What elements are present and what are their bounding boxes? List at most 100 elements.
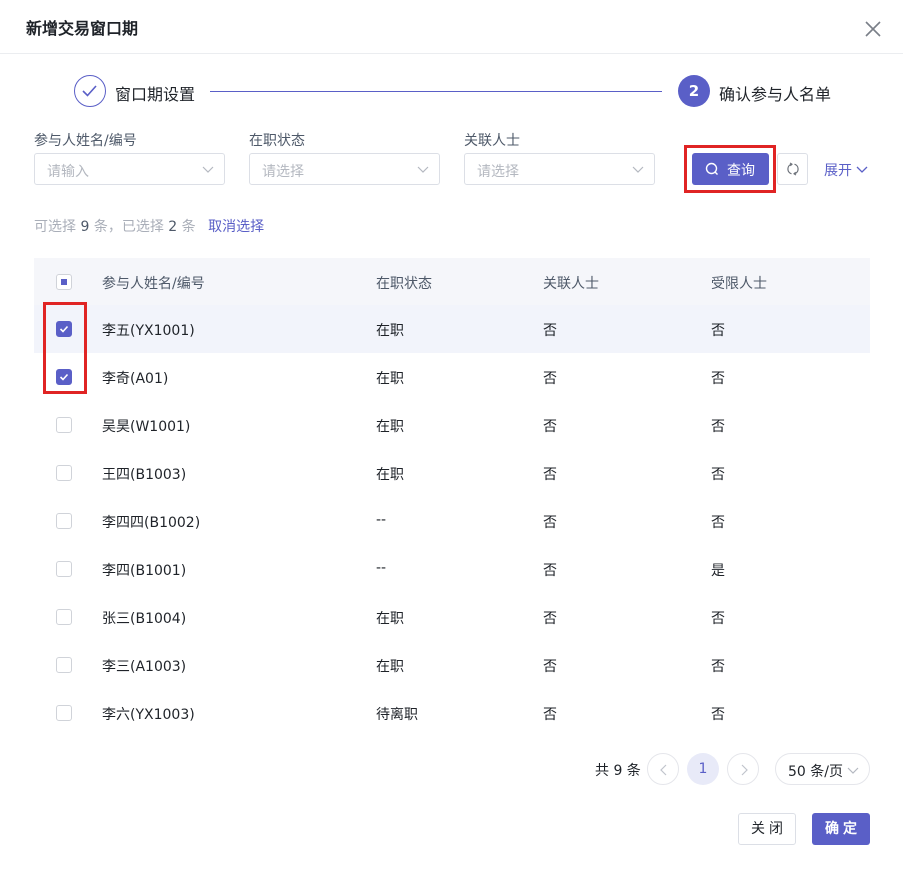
cell-restricted: 是	[711, 563, 725, 579]
filter-related-select[interactable]: 请选择	[464, 153, 655, 185]
query-button[interactable]: 查询	[692, 153, 769, 185]
confirm-button[interactable]: 确定	[812, 813, 870, 845]
checkbox-highlight-box	[43, 302, 87, 394]
cell-restricted: 否	[711, 707, 725, 723]
cell-name: 李三(A1003)	[102, 659, 187, 675]
chevron-down-icon	[847, 767, 859, 774]
table-row[interactable]: 王四(B1003) 在职 否 否	[34, 449, 870, 497]
chevron-down-icon	[202, 163, 214, 175]
cell-status: 在职	[376, 659, 404, 675]
step-1-label: 窗口期设置	[115, 85, 196, 104]
cell-restricted: 否	[711, 467, 725, 483]
table-row[interactable]: 李三(A1003) 在职 否 否	[34, 641, 870, 689]
cell-name: 李四四(B1002)	[102, 515, 201, 531]
search-icon	[705, 162, 719, 176]
cell-name: 李奇(A01)	[102, 371, 169, 387]
selection-mid: 条，已选择	[93, 219, 164, 235]
page-1-button[interactable]: 1	[687, 753, 719, 785]
table-header: 参与人姓名/编号 在职状态 关联人士 受限人士	[34, 258, 870, 305]
row-checkbox[interactable]	[56, 705, 72, 721]
filter-related-placeholder: 请选择	[477, 164, 519, 180]
cell-name: 张三(B1004)	[102, 611, 187, 627]
cell-status: 待离职	[376, 707, 418, 723]
cell-name: 李五(YX1001)	[102, 323, 195, 339]
cell-related: 否	[543, 611, 557, 627]
chevron-left-icon	[660, 764, 667, 776]
cell-restricted: 否	[711, 659, 725, 675]
page-size-select[interactable]: 50 条/页	[775, 753, 870, 785]
selection-prefix: 可选择	[34, 219, 76, 235]
selection-suffix: 条	[181, 219, 196, 235]
cell-restricted: 否	[711, 611, 725, 627]
cell-related: 否	[543, 563, 557, 579]
next-page-button[interactable]	[727, 753, 759, 785]
cell-related: 否	[543, 707, 557, 723]
table-row[interactable]: 张三(B1004) 在职 否 否	[34, 593, 870, 641]
close-icon[interactable]	[862, 18, 884, 40]
selected-count: 2	[168, 219, 178, 235]
cell-status: 在职	[376, 323, 404, 339]
cell-related: 否	[543, 467, 557, 483]
cell-restricted: 否	[711, 419, 725, 435]
cell-name: 李四(B1001)	[102, 563, 187, 579]
row-checkbox[interactable]	[56, 609, 72, 625]
row-checkbox[interactable]	[56, 417, 72, 433]
add-trading-window-dialog: 新增交易窗口期 窗口期设置 2 确认参与人名单 参与人姓名/编号 请输入 在职状…	[0, 0, 903, 878]
chevron-down-icon	[856, 166, 868, 173]
cell-related: 否	[543, 659, 557, 675]
select-all-checkbox[interactable]	[56, 274, 72, 290]
pagination-total: 共 9 条	[595, 763, 641, 779]
table-row[interactable]: 李四(B1001) -- 否 是	[34, 545, 870, 593]
cell-restricted: 否	[711, 323, 725, 339]
row-checkbox[interactable]	[56, 465, 72, 481]
cell-status: --	[376, 560, 387, 576]
filter-name-input[interactable]: 请输入	[34, 153, 225, 185]
cell-related: 否	[543, 323, 557, 339]
chevron-right-icon	[741, 764, 748, 776]
column-header-restricted: 受限人士	[711, 276, 767, 292]
page-size-value: 50 条/页	[788, 764, 843, 780]
query-button-label: 查询	[727, 163, 755, 179]
cell-status: --	[376, 512, 387, 528]
chevron-down-icon	[632, 163, 644, 175]
cell-restricted: 否	[711, 371, 725, 387]
row-checkbox[interactable]	[56, 657, 72, 673]
step-connector	[210, 91, 662, 92]
cell-restricted: 否	[711, 515, 725, 531]
table-row[interactable]: 李奇(A01) 在职 否 否	[34, 353, 870, 401]
cell-name: 吴昊(W1001)	[102, 419, 191, 435]
cell-related: 否	[543, 515, 557, 531]
table-row[interactable]: 吴昊(W1001) 在职 否 否	[34, 401, 870, 449]
expand-toggle[interactable]: 展开	[824, 160, 868, 180]
prev-page-button[interactable]	[647, 753, 679, 785]
column-header-status: 在职状态	[376, 276, 432, 292]
column-header-related: 关联人士	[543, 276, 599, 292]
cell-status: 在职	[376, 467, 404, 483]
filter-status-placeholder: 请选择	[262, 164, 304, 180]
table-row[interactable]: 李五(YX1001) 在职 否 否	[34, 305, 870, 353]
table-row[interactable]: 李四四(B1002) -- 否 否	[34, 497, 870, 545]
reset-button[interactable]	[777, 153, 808, 185]
cell-related: 否	[543, 419, 557, 435]
table-row[interactable]: 李六(YX1003) 待离职 否 否	[34, 689, 870, 737]
cell-status: 在职	[376, 371, 404, 387]
step-2-number: 2	[678, 75, 710, 107]
filter-status-label: 在职状态	[249, 133, 305, 149]
cancel-selection-link[interactable]: 取消选择	[208, 219, 264, 235]
close-button[interactable]: 关闭	[738, 813, 796, 845]
chevron-down-icon	[417, 163, 429, 175]
filter-related-label: 关联人士	[464, 133, 520, 149]
filter-status-select[interactable]: 请选择	[249, 153, 440, 185]
cell-name: 李六(YX1003)	[102, 707, 195, 723]
available-count: 9	[80, 219, 90, 235]
cell-name: 王四(B1003)	[102, 467, 187, 483]
step-2-label: 确认参与人名单	[719, 85, 832, 104]
cell-related: 否	[543, 371, 557, 387]
cell-status: 在职	[376, 611, 404, 627]
filter-name-label: 参与人姓名/编号	[34, 133, 137, 149]
cell-status: 在职	[376, 419, 404, 435]
row-checkbox[interactable]	[56, 513, 72, 529]
selection-summary: 可选择 9 条，已选择 2 条 取消选择	[34, 216, 264, 236]
filter-name-placeholder: 请输入	[47, 164, 89, 180]
row-checkbox[interactable]	[56, 561, 72, 577]
